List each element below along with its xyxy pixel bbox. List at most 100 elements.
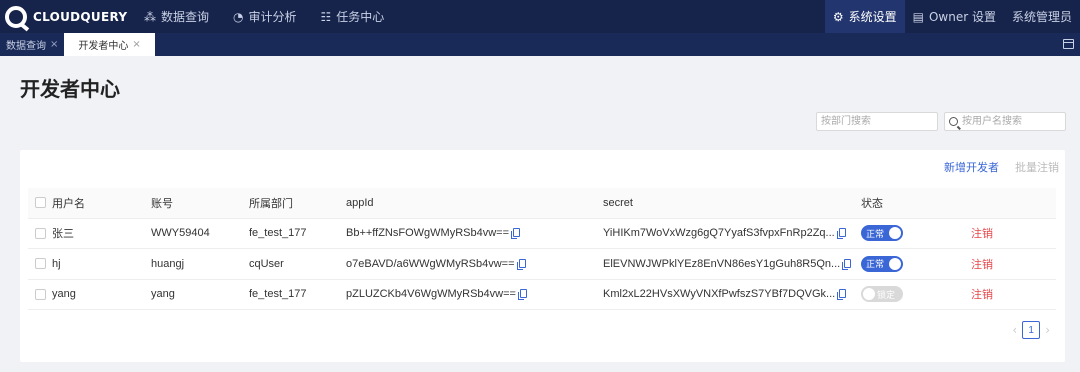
cell-status: 锁定 <box>861 279 959 310</box>
status-toggle-label: 正常 <box>866 229 885 240</box>
copy-icon[interactable] <box>836 228 846 240</box>
nav-item-label: 任务中心 <box>336 10 385 24</box>
user-menu[interactable]: 系统管理员 <box>1004 0 1080 33</box>
pagination: ‹ 1 › <box>1007 321 1055 339</box>
deregister-link[interactable]: 注销 <box>959 288 993 301</box>
deregister-link[interactable]: 注销 <box>959 227 993 240</box>
close-all-tabs-icon[interactable] <box>1063 39 1074 49</box>
cell-status: 正常 <box>861 248 959 280</box>
table-row: 张三 WWY59404 fe_test_177 Bb++ffZNsFOWgWMy… <box>28 218 1056 249</box>
task-list-icon: ☷ <box>320 9 332 24</box>
column-header-username: 用户名 <box>52 188 151 219</box>
cell-username: yang <box>52 279 151 310</box>
page-title: 开发者中心 <box>20 77 120 101</box>
cell-appid: o7eBAVD/a6WWgWMyRSb4vw== <box>346 248 603 280</box>
search-icon <box>949 117 958 126</box>
table-row: hj huangj cqUser o7eBAVD/a6WWgWMyRSb4vw=… <box>28 248 1056 280</box>
copy-icon[interactable] <box>516 258 526 270</box>
table-row: yang yang fe_test_177 pZLUZCKb4V6WgWMyRS… <box>28 279 1056 310</box>
copy-icon[interactable] <box>837 289 847 301</box>
nav-item-system-settings[interactable]: ⚙ 系统设置 <box>824 0 905 33</box>
row-checkbox[interactable] <box>35 288 46 300</box>
secret-text: YiHIKm7WoVxWzg6gQ7YyafS3fvpxFnRp2Zq... <box>603 227 835 240</box>
status-toggle-label: 锁定 <box>877 290 896 301</box>
cell-department: cqUser <box>249 248 346 280</box>
appid-text: o7eBAVD/a6WWgWMyRSb4vw== <box>346 257 515 270</box>
cell-action: 注销 <box>959 279 1056 310</box>
logo-text: CLOUDQUERY <box>33 9 128 24</box>
department-search-field[interactable] <box>816 112 938 131</box>
cell-secret: YiHIKm7WoVxWzg6gQ7YyafS3fvpxFnRp2Zq... <box>603 218 861 249</box>
prev-page-icon[interactable]: ‹ <box>1012 323 1017 337</box>
username-search-field[interactable] <box>944 112 1066 131</box>
logo-mark-icon <box>5 5 27 28</box>
copy-icon[interactable] <box>511 228 521 240</box>
user-settings-icon: ⚙ <box>832 9 844 24</box>
nav-item-data-query[interactable]: ⁂ 数据查询 <box>144 0 209 33</box>
toggle-knob <box>863 288 875 301</box>
column-header-department: 所属部门 <box>249 188 346 219</box>
nav-item-audit-analysis[interactable]: ◔ 审计分析 <box>233 0 297 33</box>
page-number-current[interactable]: 1 <box>1022 321 1041 339</box>
cell-status: 正常 <box>861 218 959 249</box>
column-header-actions <box>959 188 1056 219</box>
cell-username: hj <box>52 248 151 280</box>
nav-item-label: Owner 设置 <box>928 10 996 24</box>
tab-data-query[interactable]: 数据查询 × <box>0 33 64 56</box>
close-icon[interactable]: × <box>132 39 140 50</box>
cell-department: fe_test_177 <box>249 279 346 310</box>
tab-label: 数据查询 <box>6 41 46 52</box>
nav-item-owner-settings[interactable]: ▤ Owner 设置 <box>905 0 1004 33</box>
status-toggle-label: 正常 <box>866 260 885 271</box>
batch-cancel-button[interactable]: 批量注销 <box>1015 159 1059 175</box>
copy-icon[interactable] <box>842 258 852 270</box>
tab-developer-center[interactable]: 开发者中心 × <box>64 33 155 56</box>
table-header-row: 用户名 账号 所属部门 appId secret 状态 <box>28 188 1056 219</box>
row-checkbox[interactable] <box>35 258 46 270</box>
nav-item-label: 数据查询 <box>161 10 210 24</box>
toggle-knob <box>889 227 901 240</box>
deregister-link[interactable]: 注销 <box>959 258 993 271</box>
cell-username: 张三 <box>52 218 151 249</box>
add-developer-button[interactable]: 新增开发者 <box>944 159 999 175</box>
cell-appid: pZLUZCKb4V6WgWMyRSb4vw== <box>346 279 603 310</box>
cell-account: huangj <box>151 248 249 280</box>
status-toggle[interactable]: 正常 <box>861 255 903 272</box>
status-toggle[interactable]: 锁定 <box>861 286 903 303</box>
chart-icon: ◔ <box>233 9 244 24</box>
secret-text: Kml2xL22HVsXWyVNXfPwfszS7YBf7DQVGk... <box>603 288 836 301</box>
page-tab-bar: 数据查询 × 开发者中心 × <box>0 33 1080 56</box>
cell-action: 注销 <box>959 248 1056 280</box>
appid-text: pZLUZCKb4V6WgWMyRSb4vw== <box>346 288 516 301</box>
column-header-account: 账号 <box>151 188 249 219</box>
database-icon: ⁂ <box>144 9 156 24</box>
column-header-secret: secret <box>603 188 861 219</box>
close-icon[interactable]: × <box>50 39 58 50</box>
row-checkbox[interactable] <box>35 227 46 239</box>
owner-icon: ▤ <box>912 9 924 24</box>
nav-item-label: 审计分析 <box>248 10 297 24</box>
row-select-cell <box>28 218 52 249</box>
cell-secret: Kml2xL22HVsXWyVNXfPwfszS7YBf7DQVGk... <box>603 279 861 310</box>
developer-table: 用户名 账号 所属部门 appId secret 状态 张三 WWY59404 … <box>28 188 1056 310</box>
next-page-icon[interactable]: › <box>1045 323 1050 337</box>
nav-item-task-center[interactable]: ☷ 任务中心 <box>321 0 385 33</box>
select-all-cell <box>28 188 52 219</box>
top-navbar: CLOUDQUERY ⁂ 数据查询 ◔ 审计分析 ☷ 任务中心 ⚙ 系统设置 ▤… <box>0 0 1080 33</box>
department-search-input[interactable] <box>821 113 933 130</box>
copy-icon[interactable] <box>517 289 527 301</box>
cell-secret: ElEVNWJWPklYEz8EnVN86esY1gGuh8R5Qn... <box>603 248 861 280</box>
appid-text: Bb++ffZNsFOWgWMyRSb4vw== <box>346 227 510 240</box>
select-all-checkbox[interactable] <box>35 197 46 209</box>
column-header-status: 状态 <box>861 188 959 219</box>
column-header-appid: appId <box>346 188 603 219</box>
secret-text: ElEVNWJWPklYEz8EnVN86esY1gGuh8R5Qn... <box>603 257 841 270</box>
tab-label: 开发者中心 <box>78 41 129 52</box>
row-select-cell <box>28 279 52 310</box>
status-toggle[interactable]: 正常 <box>861 225 903 242</box>
app-logo[interactable]: CLOUDQUERY <box>5 5 140 28</box>
toggle-knob <box>889 257 901 270</box>
user-menu-label: 系统管理员 <box>1011 10 1072 24</box>
username-search-input[interactable] <box>962 113 1061 130</box>
row-select-cell <box>28 248 52 280</box>
